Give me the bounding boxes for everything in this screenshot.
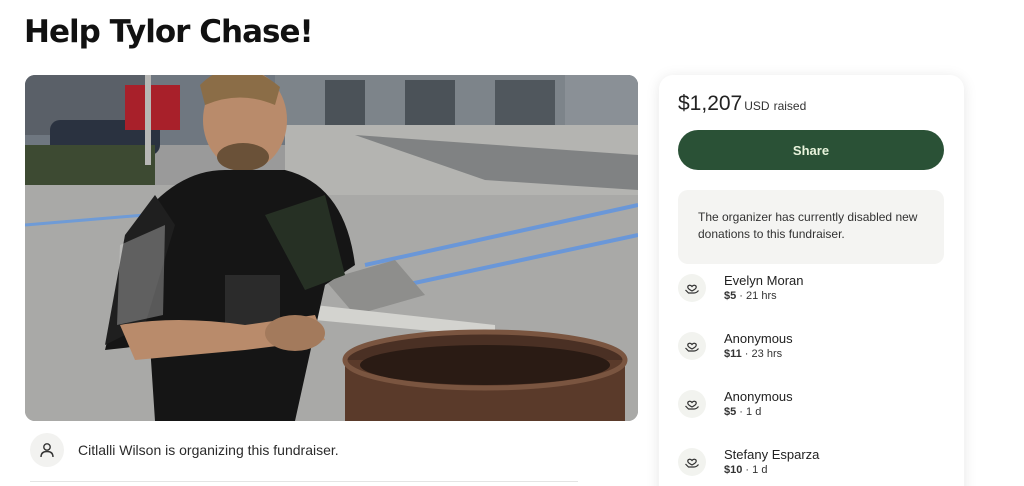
donation-meta: $10 · 1 d (724, 463, 819, 478)
donation-card: $1,207 USD raised Share The organizer ha… (659, 75, 964, 486)
donation-time: 1 d (752, 464, 768, 476)
meta-separator: · (741, 348, 752, 360)
donor-name: Evelyn Moran (724, 273, 804, 288)
raised-amount: $1,207 (678, 92, 743, 115)
donation-item: Anonymous $11 · 23 hrs (678, 330, 793, 362)
donor-name: Anonymous (724, 389, 793, 404)
donation-item: Anonymous $5 · 1 d (678, 388, 793, 420)
donation-amount: $5 (724, 406, 737, 418)
organizer-text: Citlalli Wilson is organizing this fundr… (78, 442, 339, 458)
donation-time: 23 hrs (751, 348, 783, 360)
raised-label: raised (773, 99, 807, 113)
fundraiser-photo[interactable] (25, 75, 638, 421)
share-button[interactable]: Share (678, 130, 944, 170)
amount-raised: $1,207 USD raised (678, 92, 806, 116)
meta-separator: · (736, 290, 747, 302)
heart-hand-icon (678, 390, 706, 418)
organizer-row: Citlalli Wilson is organizing this fundr… (30, 433, 339, 467)
divider (30, 481, 578, 482)
meta-separator: · (742, 464, 753, 476)
heart-hand-icon (678, 274, 706, 302)
donation-amount: $11 (724, 348, 742, 360)
meta-separator: · (736, 406, 747, 418)
donation-meta: $5 · 21 hrs (724, 289, 803, 304)
donation-item: Evelyn Moran $5 · 21 hrs (678, 272, 803, 304)
donation-meta: $5 · 1 d (724, 405, 793, 420)
heart-hand-icon (678, 448, 706, 476)
donation-meta: $11 · 23 hrs (724, 347, 793, 362)
donor-name: Stefany Esparza (724, 447, 820, 462)
raised-currency: USD (744, 99, 770, 113)
donation-amount: $5 (724, 290, 737, 302)
donation-item: Stefany Esparza $10 · 1 d (678, 446, 819, 478)
donor-name: Anonymous (724, 331, 793, 346)
donations-disabled-notice: The organizer has currently disabled new… (678, 190, 944, 264)
donation-time: 1 d (746, 406, 762, 418)
heart-hand-icon (678, 332, 706, 360)
page-title: Help Tylor Chase! (24, 14, 314, 50)
user-icon (30, 433, 64, 467)
donation-time: 21 hrs (746, 290, 777, 302)
donation-amount: $10 (724, 464, 743, 476)
